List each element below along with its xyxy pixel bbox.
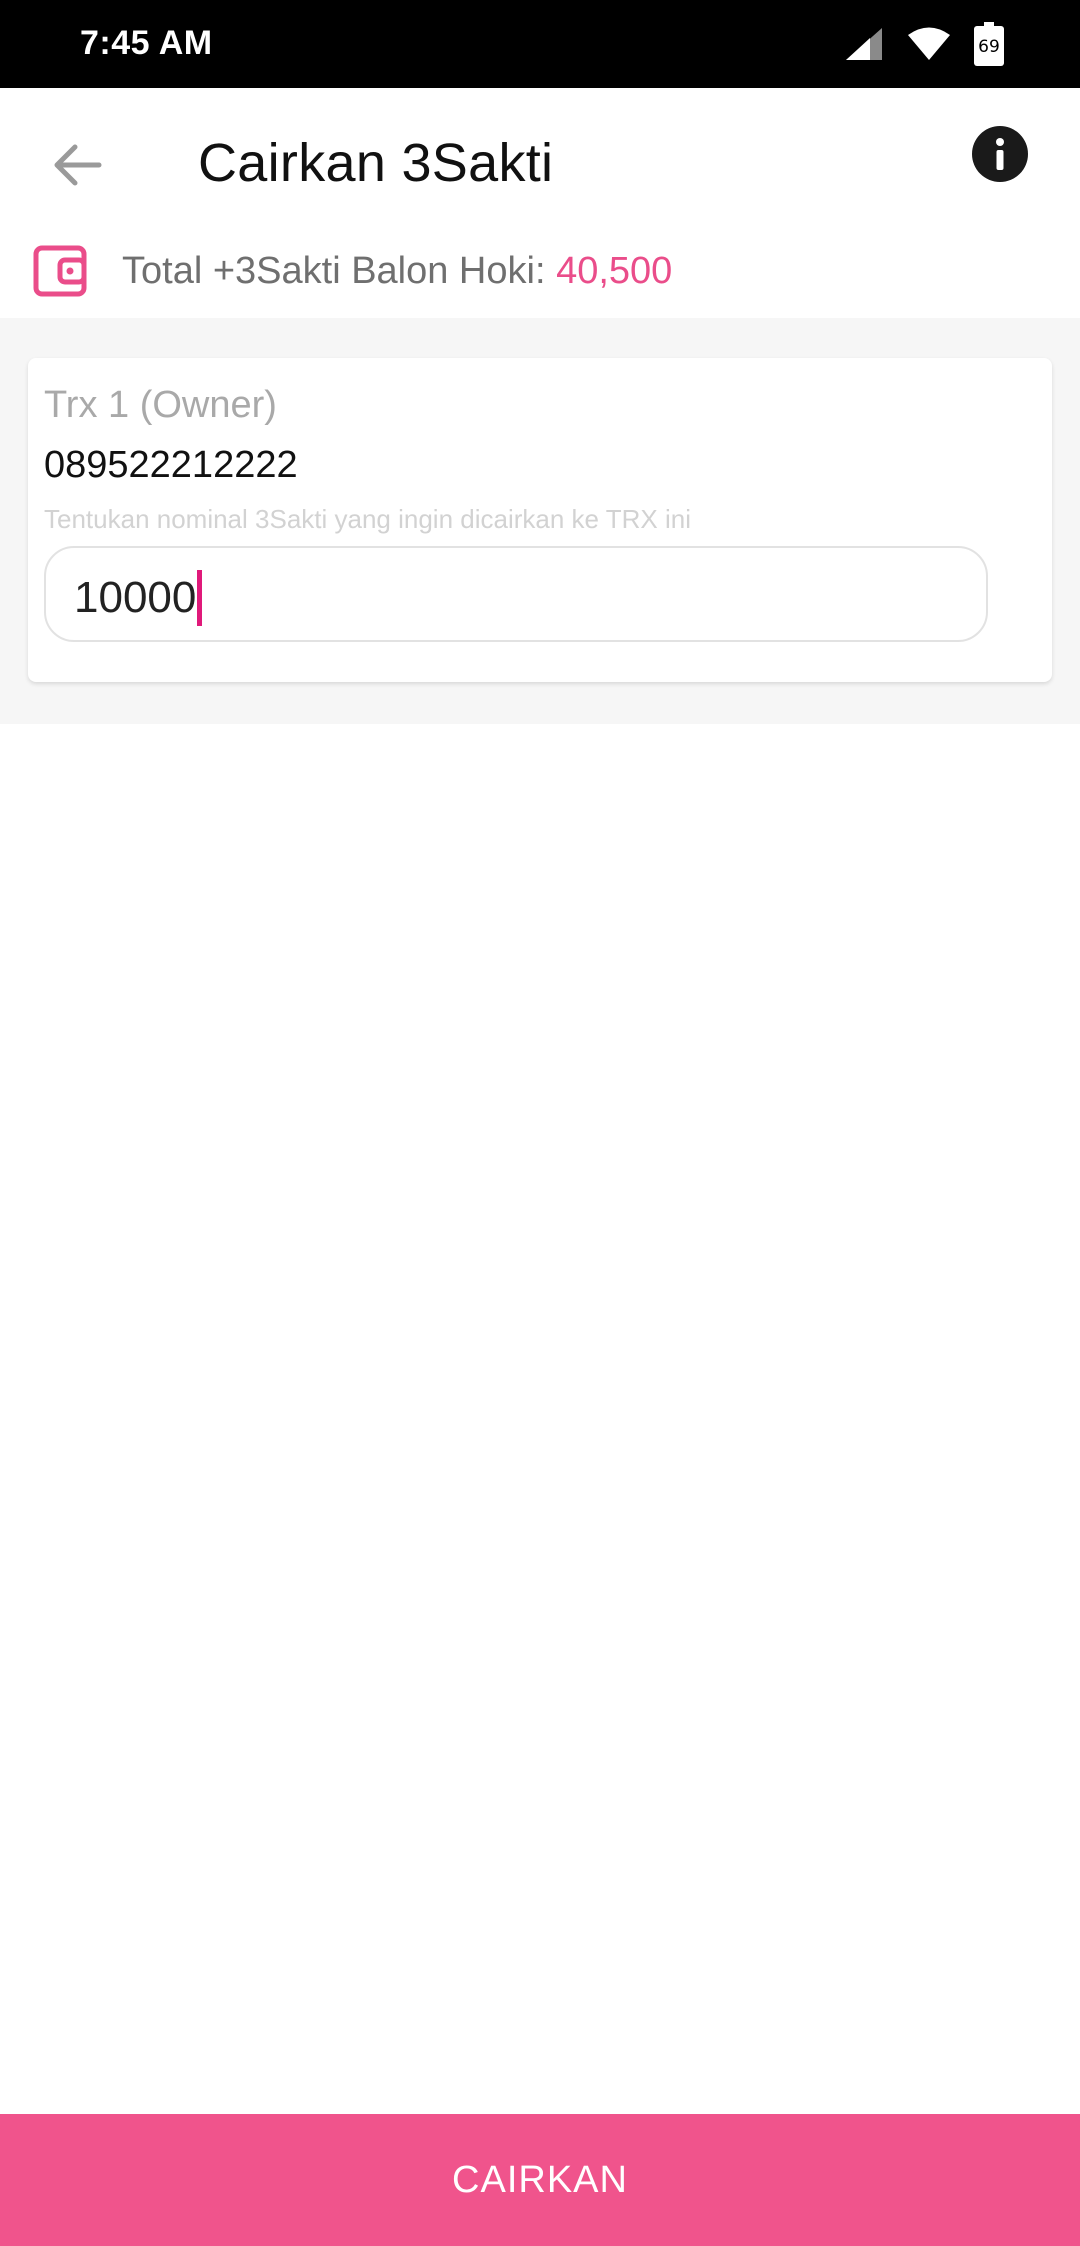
text-caret <box>197 570 203 626</box>
status-bar: 7:45 AM 69 <box>0 0 1080 88</box>
balance-value: 40,500 <box>556 250 673 292</box>
trx-card: Trx 1 (Owner) 089522212222 Tentukan nomi… <box>28 358 1052 682</box>
balance-row: Total +3Sakti Balon Hoki: 40,500 <box>0 236 1080 318</box>
amount-input[interactable]: 10000 <box>44 546 988 642</box>
content-area: Trx 1 (Owner) 089522212222 Tentukan nomi… <box>0 318 1080 724</box>
arrow-back-icon <box>51 143 103 192</box>
balance-text: Total +3Sakti Balon Hoki: 40,500 <box>122 250 672 293</box>
cellular-signal-icon <box>844 26 884 62</box>
amount-input-value: 10000 <box>74 573 197 622</box>
page-title: Cairkan 3Sakti <box>198 133 554 193</box>
app-bar: Cairkan 3Sakti <box>0 88 1080 246</box>
info-button[interactable] <box>972 125 1028 187</box>
status-icons: 69 <box>844 22 1004 66</box>
amount-hint: Tentukan nominal 3Sakti yang ingin dicai… <box>44 504 691 534</box>
wifi-icon <box>906 26 952 62</box>
amount-input-value-wrap: 10000 <box>74 570 203 626</box>
balance-label: Total +3Sakti Balon Hoki: <box>122 250 557 292</box>
trx-phone-number: 089522212222 <box>44 444 298 486</box>
trx-label: Trx 1 (Owner) <box>44 384 277 426</box>
status-time: 7:45 AM <box>80 24 213 62</box>
info-icon <box>972 125 1028 187</box>
back-button[interactable] <box>40 130 114 204</box>
battery-level: 69 <box>978 37 1000 57</box>
cairkan-button[interactable]: CAIRKAN <box>0 2114 1080 2246</box>
wallet-icon <box>32 242 88 303</box>
battery-icon: 69 <box>974 22 1004 66</box>
